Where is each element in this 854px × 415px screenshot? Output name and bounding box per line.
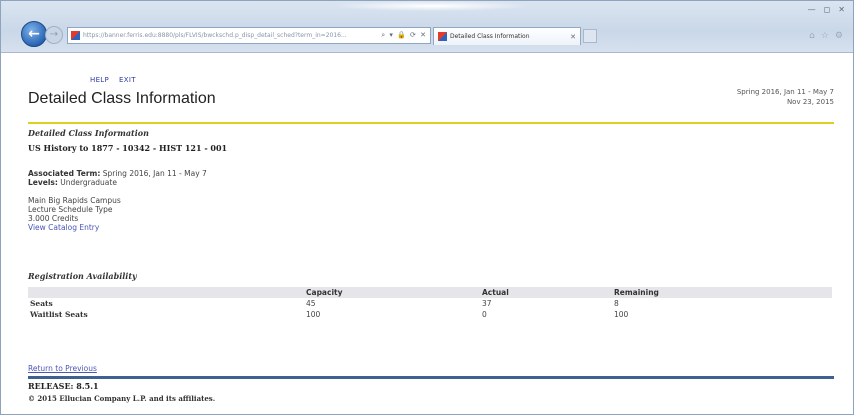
help-link[interactable]: HELP	[90, 76, 109, 84]
registration-availability-title: Registration Availability	[28, 271, 137, 281]
address-bar[interactable]: https://banner.ferris.edu:8880/pls/FLVIS…	[67, 27, 431, 44]
header-divider	[28, 122, 834, 124]
exit-link[interactable]: EXIT	[119, 76, 136, 84]
waitlist-remaining: 100	[614, 310, 629, 319]
maximize-icon[interactable]: ◻	[824, 5, 831, 14]
tab-title: Detailed Class Information	[450, 33, 530, 40]
window-controls: — ◻ ✕	[808, 5, 845, 14]
seats-capacity: 45	[306, 299, 316, 308]
tab-favicon-icon	[438, 32, 447, 41]
browser-titlebar: — ◻ ✕ ← → https://banner.ferris.edu:8880…	[1, 1, 853, 53]
column-header-remaining: Remaining	[612, 287, 832, 298]
page-content: HELP EXIT Detailed Class Information Spr…	[18, 54, 838, 414]
row-label: Seats	[30, 299, 53, 308]
settings-gear-icon[interactable]: ⚙	[835, 31, 843, 41]
table-header-row: Capacity Actual Remaining	[28, 287, 832, 298]
column-header-actual: Actual	[480, 287, 612, 298]
release-version: RELEASE: 8.5.1	[28, 381, 99, 391]
browser-window: — ◻ ✕ ← → https://banner.ferris.edu:8880…	[0, 0, 854, 415]
seats-remaining: 8	[614, 299, 619, 308]
associated-term-label: Associated Term:	[28, 169, 101, 178]
schedule-type: Lecture Schedule Type	[28, 205, 113, 214]
row-label: Waitlist Seats	[30, 310, 88, 319]
section-title: Detailed Class Information	[28, 128, 149, 138]
tab-close-icon[interactable]: ✕	[570, 33, 576, 41]
minimize-icon[interactable]: —	[808, 5, 816, 14]
back-arrow-icon: ←	[28, 26, 40, 42]
table-row: Waitlist Seats 100 0 100	[28, 309, 832, 320]
seats-actual: 37	[482, 299, 492, 308]
credits: 3.000 Credits	[28, 214, 79, 223]
waitlist-actual: 0	[482, 310, 487, 319]
course-info: Main Big Rapids Campus Lecture Schedule …	[28, 196, 121, 232]
forward-arrow-icon: →	[49, 29, 59, 40]
column-header	[28, 287, 304, 298]
home-icon[interactable]: ⌂	[809, 31, 815, 41]
top-nav: HELP EXIT	[90, 76, 136, 84]
close-window-icon[interactable]: ✕	[838, 5, 845, 14]
forward-button[interactable]: →	[45, 26, 63, 44]
url-text[interactable]: https://banner.ferris.edu:8880/pls/FLVIS…	[83, 32, 378, 39]
footer-divider	[28, 376, 834, 379]
levels-label: Levels:	[28, 178, 58, 187]
registration-table: Capacity Actual Remaining Seats 45 37 8 …	[28, 287, 832, 320]
table-row: Seats 45 37 8	[28, 298, 832, 309]
associated-term-value: Spring 2016, Jan 11 - May 7	[102, 169, 207, 178]
new-tab-button[interactable]	[583, 29, 597, 43]
term-dates: Spring 2016, Jan 11 - May 7	[736, 88, 834, 96]
column-header-capacity: Capacity	[304, 287, 480, 298]
back-button[interactable]: ←	[21, 21, 47, 47]
term-info: Associated Term: Spring 2016, Jan 11 - M…	[28, 169, 207, 187]
levels-value: Undergraduate	[60, 178, 117, 187]
current-date: Nov 23, 2015	[786, 98, 834, 106]
site-favicon-icon	[71, 31, 80, 40]
favorites-star-icon[interactable]: ☆	[821, 31, 829, 41]
address-bar-icons[interactable]: ⌕ ▾ 🔒 ⟳ ✕	[381, 31, 427, 40]
header-dates: Spring 2016, Jan 11 - May 7 Nov 23, 2015	[737, 87, 834, 107]
return-to-previous-link[interactable]: Return to Previous	[28, 364, 97, 373]
waitlist-capacity: 100	[306, 310, 321, 319]
titlebar-glow	[331, 1, 531, 11]
view-catalog-entry-link[interactable]: View Catalog Entry	[28, 223, 99, 232]
tab-detailed-class-information[interactable]: Detailed Class Information ✕	[433, 27, 581, 45]
page-title: Detailed Class Information	[28, 90, 216, 107]
copyright-notice: © 2015 Ellucian Company L.P. and its aff…	[28, 394, 216, 403]
course-heading: US History to 1877 - 10342 - HIST 121 - …	[28, 143, 228, 153]
campus: Main Big Rapids Campus	[28, 196, 121, 205]
browser-toolbar: ⌂ ☆ ⚙	[809, 31, 843, 41]
